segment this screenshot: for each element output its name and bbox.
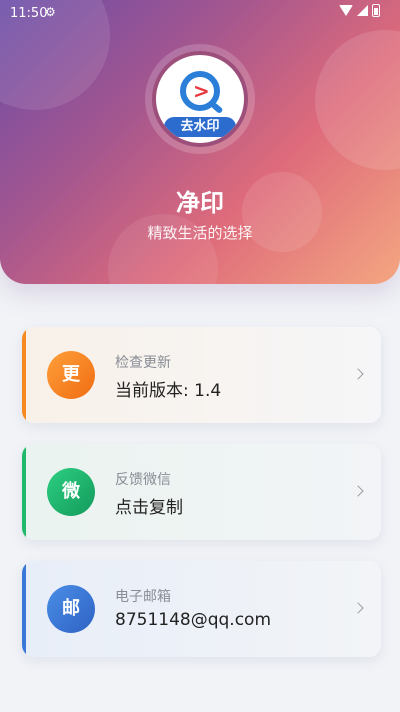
signal-icon xyxy=(357,5,368,16)
update-badge-icon: 更 xyxy=(47,351,95,399)
header-banner: > 去水印 净印 精致生活的选择 xyxy=(0,0,400,284)
card-label: 电子邮箱 xyxy=(115,589,171,605)
logo-banner-text: 去水印 xyxy=(164,117,236,137)
status-bar: 11:50 ⚙ xyxy=(0,0,400,28)
decor-circle xyxy=(315,30,400,170)
card-value: 8751148@qq.com xyxy=(115,610,272,630)
wechat-badge-icon: 微 xyxy=(47,468,95,516)
check-update-card[interactable]: 更 检查更新 当前版本: 1.4 xyxy=(22,327,381,423)
email-badge-icon: 邮 xyxy=(47,585,95,633)
card-label: 反馈微信 xyxy=(115,472,171,488)
chevron-right-icon xyxy=(352,602,364,614)
email-card[interactable]: 邮 电子邮箱 8751148@qq.com xyxy=(22,561,381,657)
card-value: 当前版本: 1.4 xyxy=(115,381,222,401)
card-value: 点击复制 xyxy=(115,498,183,518)
wechat-feedback-card[interactable]: 微 反馈微信 点击复制 xyxy=(22,444,381,540)
card-label: 检查更新 xyxy=(115,355,171,371)
app-title: 净印 xyxy=(176,189,224,217)
app-logo: > 去水印 xyxy=(152,51,248,147)
settings-gear-icon: ⚙ xyxy=(45,5,56,19)
logo-play-icon: > xyxy=(193,79,210,103)
status-time: 11:50 xyxy=(10,6,48,21)
status-icons xyxy=(339,4,380,17)
chevron-right-icon xyxy=(352,485,364,497)
wifi-icon xyxy=(339,5,353,16)
chevron-right-icon xyxy=(352,368,364,380)
battery-icon xyxy=(372,4,380,17)
app-subtitle: 精致生活的选择 xyxy=(147,224,253,242)
